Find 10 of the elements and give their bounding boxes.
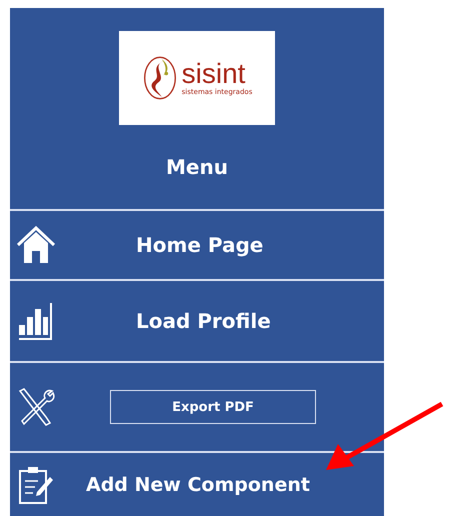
- clipboard-icon: [16, 464, 56, 504]
- logo-name: sisint: [182, 60, 246, 88]
- menu-title: Menu: [165, 154, 229, 181]
- tools-icon: [16, 387, 56, 427]
- menu-item[interactable]: Home Page: [136, 233, 264, 257]
- logo-icon: [142, 54, 178, 102]
- menu-item[interactable]: Add New Component: [86, 474, 310, 496]
- menu-item[interactable]: Load Profile: [136, 309, 271, 333]
- export-button[interactable]: Export PDF: [110, 390, 316, 424]
- home-icon: [16, 225, 56, 265]
